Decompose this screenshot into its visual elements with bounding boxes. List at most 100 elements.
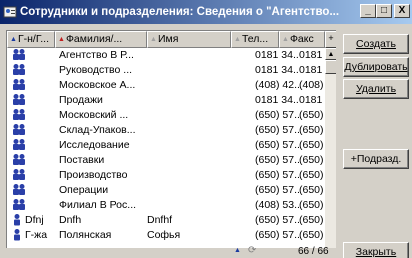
- employees-window: Сотрудники и подразделения: Сведения о "…: [0, 0, 412, 258]
- table-row[interactable]: Продажи 0181 34...0181 345: [7, 93, 327, 108]
- group-icon: [13, 184, 25, 195]
- row-phone: (408) 42...: [255, 79, 299, 91]
- table-row[interactable]: Московский ... (650) 57...(650) 572: [7, 108, 327, 123]
- table-row[interactable]: Dfnj Dnfh Dnfhf (650) 57...(650) 572: [7, 213, 327, 228]
- column-header-fax[interactable]: ▲Факс: [279, 31, 325, 48]
- row-phone: (650) 57...: [255, 169, 299, 181]
- close-window-button[interactable]: X: [394, 4, 410, 18]
- table-row[interactable]: Филиал В Рос... (408) 53...(650) 572: [7, 198, 327, 213]
- column-header-lastname[interactable]: ▲Фамилия/...: [55, 31, 147, 48]
- row-type-cell: [9, 93, 55, 108]
- column-header-phone[interactable]: ▲Тел...: [231, 31, 279, 48]
- row-name: Руководство ...: [59, 64, 133, 76]
- row-first-name: [147, 108, 197, 123]
- table-row[interactable]: Производство (650) 57...(650) 572: [7, 168, 327, 183]
- maximize-button[interactable]: □: [376, 4, 392, 18]
- table-row[interactable]: Г-жа Полянская Софья (650) 57...(650) 572: [7, 228, 327, 243]
- column-header-firstname[interactable]: ▲Имя: [147, 31, 231, 48]
- row-type-cell: [9, 48, 55, 63]
- group-icon: [13, 124, 25, 135]
- row-name: Dnfh: [59, 214, 82, 226]
- row-phone: (650) 57...: [255, 124, 299, 136]
- row-first-name: [147, 138, 197, 153]
- row-first-name: [147, 123, 197, 138]
- sort-asc-icon: ▲: [58, 36, 65, 43]
- table-row[interactable]: Руководство ... 0181 34...0181 345: [7, 63, 327, 78]
- row-first-name: [147, 168, 197, 183]
- table-row[interactable]: Агентство В Р... 0181 34...0181 345: [7, 48, 327, 63]
- employees-grid: ▲Г-н/Г... ▲Фамилия/... ▲Имя ▲Тел... ▲Фак…: [6, 30, 336, 258]
- group-icon: [13, 154, 25, 165]
- row-phone: (650) 57...: [255, 109, 299, 121]
- row-phone: (650) 57...: [255, 229, 299, 241]
- row-name: Московское А...: [59, 79, 136, 91]
- row-fax: (650) 572: [299, 109, 327, 121]
- row-prefix: Г-жа: [25, 229, 48, 241]
- row-first-name: Софья: [147, 229, 181, 241]
- minimize-button[interactable]: _: [360, 4, 376, 18]
- column-chooser-button[interactable]: +: [325, 31, 336, 48]
- column-header-title[interactable]: ▲Г-н/Г...: [7, 31, 55, 48]
- row-phone: 0181 34...: [255, 94, 299, 106]
- title-buttons: _ □ X: [360, 4, 410, 18]
- row-name: Производство: [59, 169, 128, 181]
- group-icon: [13, 169, 25, 180]
- refresh-icon[interactable]: ⟳: [248, 245, 256, 256]
- sort-asc-icon: ▲: [234, 247, 241, 254]
- row-phone: (650) 57...: [255, 154, 299, 166]
- add-subdivision-button[interactable]: +Подразд.: [343, 149, 409, 169]
- row-first-name: [147, 63, 197, 78]
- group-icon: [13, 109, 25, 120]
- create-button[interactable]: Создать: [343, 34, 409, 54]
- vertical-scrollbar[interactable]: ▲: [325, 48, 336, 258]
- row-type-cell: [9, 63, 55, 78]
- group-icon: [13, 94, 25, 105]
- row-phone: 0181 34...: [255, 49, 299, 61]
- row-fax: 0181 345: [299, 64, 327, 76]
- row-type-cell: [9, 78, 55, 93]
- row-type-cell: [9, 198, 55, 213]
- row-fax: 0181 345: [299, 94, 327, 106]
- row-fax: (408) 537: [299, 79, 327, 91]
- row-name: Исследование: [59, 139, 130, 151]
- sort-icon: ▲: [282, 36, 289, 43]
- row-name: Филиал В Рос...: [59, 199, 137, 211]
- grid-header: ▲Г-н/Г... ▲Фамилия/... ▲Имя ▲Тел... ▲Фак…: [7, 31, 336, 48]
- row-type-cell: [9, 138, 55, 153]
- group-icon: [13, 49, 25, 60]
- window-title: Сотрудники и подразделения: Сведения о "…: [20, 6, 340, 18]
- row-type-cell: [9, 108, 55, 123]
- row-fax: (650) 572: [299, 184, 327, 196]
- row-fax: (650) 572: [299, 169, 327, 181]
- row-phone: (650) 57...: [255, 184, 299, 196]
- scroll-up-button[interactable]: ▲: [325, 48, 336, 60]
- row-name: Операции: [59, 184, 109, 196]
- sort-asc-icon: ▲: [10, 36, 17, 43]
- row-name: Поставки: [59, 154, 105, 166]
- row-name: Московский ...: [59, 109, 129, 121]
- row-first-name: [147, 153, 197, 168]
- row-phone: 0181 34...: [255, 64, 299, 76]
- row-first-name: [147, 48, 197, 63]
- row-name: Склад-Упаков...: [59, 124, 136, 136]
- table-row[interactable]: Московское А... (408) 42...(408) 537: [7, 78, 327, 93]
- group-icon: [13, 199, 25, 210]
- row-phone: (408) 53...: [255, 199, 299, 211]
- table-row[interactable]: Склад-Упаков... (650) 57...(650) 572: [7, 123, 327, 138]
- group-icon: [13, 139, 25, 150]
- table-row[interactable]: Операции (650) 57...(650) 572: [7, 183, 327, 198]
- row-fax: 0181 345: [299, 49, 327, 61]
- delete-button[interactable]: Удалить: [343, 79, 409, 99]
- row-fax: (650) 572: [299, 154, 327, 166]
- row-fax: (650) 572: [299, 229, 327, 241]
- row-first-name: [147, 183, 197, 198]
- title-bar[interactable]: Сотрудники и подразделения: Сведения о "…: [0, 0, 412, 24]
- row-fax: (650) 572: [299, 139, 327, 151]
- row-type-cell: [9, 153, 55, 168]
- close-button[interactable]: Закрыть: [343, 242, 409, 258]
- scroll-thumb[interactable]: [325, 60, 336, 74]
- table-row[interactable]: Исследование (650) 57...(650) 572: [7, 138, 327, 153]
- table-row[interactable]: Поставки (650) 57...(650) 572: [7, 153, 327, 168]
- row-prefix: Dfnj: [25, 214, 44, 226]
- duplicate-button[interactable]: Дублировать: [343, 57, 409, 77]
